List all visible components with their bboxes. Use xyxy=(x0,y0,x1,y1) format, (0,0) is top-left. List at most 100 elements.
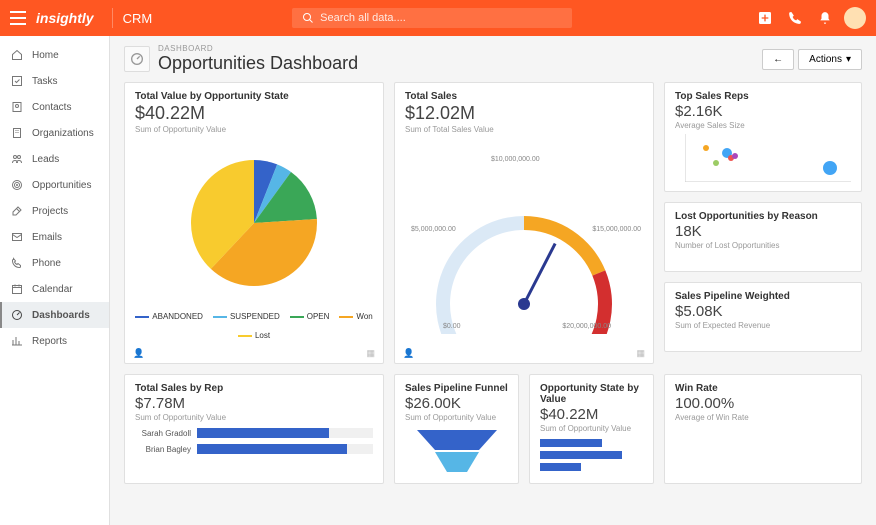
page-title: Opportunities Dashboard xyxy=(158,53,358,74)
menu-icon[interactable] xyxy=(10,11,26,25)
pie-chart xyxy=(135,148,373,298)
card-value: $26.00K xyxy=(405,395,508,412)
brand-logo[interactable]: insightly xyxy=(36,10,94,26)
card-lost-opportunities: Lost Opportunities by Reason 18K Number … xyxy=(664,202,862,272)
sidebar-item-label: Home xyxy=(32,50,59,61)
card-value: 18K xyxy=(675,223,851,240)
gauge-tick: $15,000,000.00 xyxy=(592,226,641,233)
card-subtitle: Sum of Opportunity Value xyxy=(135,125,373,134)
search-input[interactable] xyxy=(320,12,562,24)
card-opp-state-by-value: Opportunity State by Value $40.22M Sum o… xyxy=(529,374,654,484)
card-subtitle: Sum of Total Sales Value xyxy=(405,125,643,134)
sidebar-item-leads[interactable]: Leads xyxy=(0,146,109,172)
card-value: $7.78M xyxy=(135,395,373,412)
search-icon xyxy=(302,12,314,24)
grid-icon[interactable]: ▦ xyxy=(636,348,645,359)
sidebar-item-label: Organizations xyxy=(32,128,94,139)
card-footer: 👤 ▦ xyxy=(403,348,645,359)
card-pipeline-weighted: Sales Pipeline Weighted $5.08K Sum of Ex… xyxy=(664,282,862,352)
avatar[interactable] xyxy=(844,7,866,29)
sidebar-item-label: Opportunities xyxy=(32,180,91,191)
card-title: Total Sales xyxy=(405,91,643,102)
card-pipeline-funnel: Sales Pipeline Funnel $26.00K Sum of Opp… xyxy=(394,374,519,484)
gauge-tick: $20,000,000.00 xyxy=(562,323,611,330)
card-subtitle: Number of Lost Opportunities xyxy=(675,241,851,250)
divider xyxy=(112,8,113,28)
card-title: Top Sales Reps xyxy=(675,91,851,102)
card-subtitle: Sum of Opportunity Value xyxy=(135,413,373,422)
sidebar-item-projects[interactable]: Projects xyxy=(0,198,109,224)
sidebar-item-phone[interactable]: Phone xyxy=(0,250,109,276)
sidebar-item-reports[interactable]: Reports xyxy=(0,328,109,354)
home-icon xyxy=(10,48,24,62)
bar-label: Sarah Gradoll xyxy=(135,429,191,438)
card-title: Opportunity State by Value xyxy=(540,383,643,405)
actions-button[interactable]: Actions▾ xyxy=(798,49,862,70)
grid-icon[interactable]: ▦ xyxy=(366,348,375,359)
card-win-rate: Win Rate 100.00% Average of Win Rate xyxy=(664,374,862,484)
gauge-tick: $10,000,000.00 xyxy=(491,156,540,163)
card-value: $12.02M xyxy=(405,103,643,124)
card-footer: 👤 ▦ xyxy=(133,348,375,359)
card-subtitle: Average Sales Size xyxy=(675,121,851,130)
calendar-icon xyxy=(10,282,24,296)
back-button[interactable]: ← xyxy=(762,49,794,70)
user-icon: 👤 xyxy=(403,348,414,359)
sidebar-item-label: Emails xyxy=(32,232,62,243)
card-value: $2.16K xyxy=(675,103,851,120)
sidebar-item-label: Tasks xyxy=(32,76,58,87)
card-title: Lost Opportunities by Reason xyxy=(675,211,851,222)
sidebar-item-dashboards[interactable]: Dashboards xyxy=(0,302,109,328)
legend-item: Won xyxy=(339,312,372,321)
bar xyxy=(540,451,622,459)
sidebar-item-organizations[interactable]: Organizations xyxy=(0,120,109,146)
legend: ABANDONEDSUSPENDEDOPENWonLost xyxy=(135,312,373,340)
legend-item: Lost xyxy=(238,331,270,340)
product-label[interactable]: CRM xyxy=(123,11,153,26)
card-value: $40.22M xyxy=(135,103,373,124)
legend-item: SUSPENDED xyxy=(213,312,280,321)
phone-icon[interactable] xyxy=(782,5,808,31)
sidebar-item-label: Dashboards xyxy=(32,310,90,321)
sidebar-item-label: Contacts xyxy=(32,102,71,113)
bell-icon[interactable] xyxy=(812,5,838,31)
bar xyxy=(540,439,602,447)
card-title: Total Sales by Rep xyxy=(135,383,373,394)
card-subtitle: Sum of Expected Revenue xyxy=(675,321,851,330)
card-value: 100.00% xyxy=(675,395,851,412)
add-icon[interactable] xyxy=(752,5,778,31)
bar xyxy=(540,463,581,471)
scatter-dot xyxy=(823,161,837,175)
card-top-sales-reps: Top Sales Reps $2.16K Average Sales Size xyxy=(664,82,862,192)
hammer-icon xyxy=(10,204,24,218)
funnel-chart xyxy=(405,430,508,472)
sidebar-item-emails[interactable]: Emails xyxy=(0,224,109,250)
card-title: Total Value by Opportunity State xyxy=(135,91,373,102)
chart-icon xyxy=(10,334,24,348)
sidebar-item-label: Reports xyxy=(32,336,67,347)
mail-icon xyxy=(10,230,24,244)
sidebar-item-tasks[interactable]: Tasks xyxy=(0,68,109,94)
bar-row: Brian Bagley xyxy=(135,444,373,454)
target-icon xyxy=(10,178,24,192)
top-bar: insightly CRM xyxy=(0,0,876,36)
sidebar-item-contacts[interactable]: Contacts xyxy=(0,94,109,120)
card-subtitle: Sum of Opportunity Value xyxy=(405,413,508,422)
legend-item: OPEN xyxy=(290,312,330,321)
leads-icon xyxy=(10,152,24,166)
card-sales-by-rep: Total Sales by Rep $7.78M Sum of Opportu… xyxy=(124,374,384,484)
sidebar-item-calendar[interactable]: Calendar xyxy=(0,276,109,302)
main: DASHBOARD Opportunities Dashboard ← Acti… xyxy=(110,36,876,525)
scatter-dot xyxy=(713,160,719,166)
sidebar-item-label: Leads xyxy=(32,154,59,165)
check-icon xyxy=(10,74,24,88)
sidebar-item-home[interactable]: Home xyxy=(0,42,109,68)
search-box[interactable] xyxy=(292,8,572,28)
gauge-chart: $0.00 $5,000,000.00 $10,000,000.00 $15,0… xyxy=(405,154,643,334)
card-total-sales: Total Sales $12.02M Sum of Total Sales V… xyxy=(394,82,654,364)
dashboard-icon xyxy=(10,308,24,322)
phone-icon xyxy=(10,256,24,270)
bar-row: Sarah Gradoll xyxy=(135,428,373,438)
brand-text: insightly xyxy=(36,10,94,26)
sidebar-item-opportunities[interactable]: Opportunities xyxy=(0,172,109,198)
